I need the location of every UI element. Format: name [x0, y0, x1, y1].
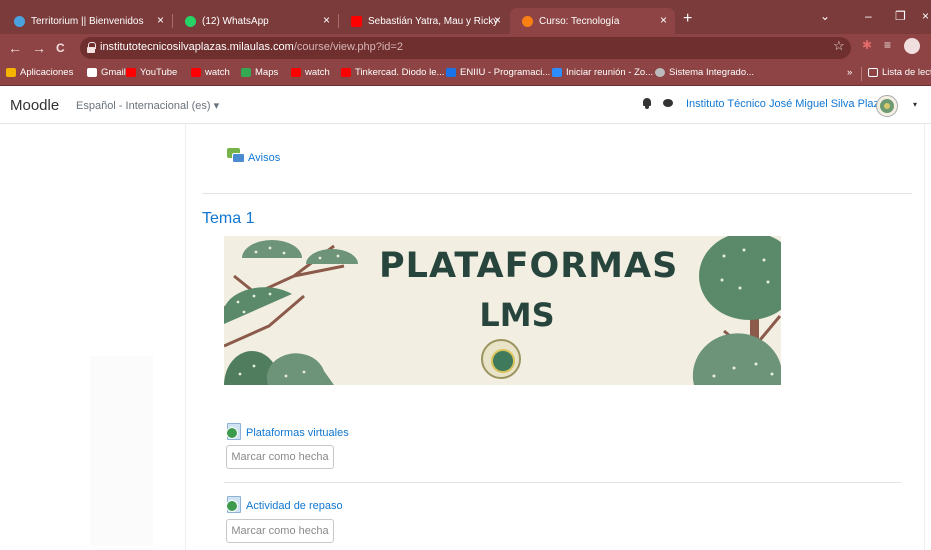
school-seal-icon	[481, 339, 521, 379]
bookmark-maps[interactable]: Maps	[241, 67, 278, 78]
eniiu-icon	[446, 68, 456, 77]
browser-tab-strip: Territorium || Bienvenidos × (12) WhatsA…	[0, 0, 931, 34]
banner-title-line1: PLATAFORMAS	[379, 246, 679, 286]
user-menu-caret-icon[interactable]: ▾	[913, 100, 917, 109]
gmail-icon	[87, 68, 97, 77]
profile-avatar-icon[interactable]	[904, 38, 920, 54]
youtube-icon	[291, 68, 301, 77]
course-banner-image: PLATAFORMAS LMS	[224, 236, 781, 385]
file-resource-icon	[226, 496, 241, 513]
bookmark-youtube[interactable]: YouTube	[126, 67, 177, 78]
territorium-favicon-icon	[14, 15, 25, 27]
tab-close-icon[interactable]: ×	[494, 13, 501, 27]
notifications-bell-icon[interactable]	[642, 98, 652, 109]
globe-icon	[655, 68, 665, 77]
divider	[224, 482, 901, 483]
reading-list-button[interactable]: Lista de lectu	[868, 67, 931, 78]
mark-as-done-button[interactable]: Marcar como hecha	[226, 445, 334, 469]
bookmark-eniiu[interactable]: ENIIU - Programaci...	[446, 67, 550, 78]
back-arrow-icon[interactable]: ←	[8, 40, 22, 56]
tab-search-dropdown-icon[interactable]: ⌄	[820, 9, 830, 23]
forum-icon	[227, 148, 245, 165]
bookmark-star-icon[interactable]: ☆	[833, 38, 845, 54]
user-avatar[interactable]	[876, 95, 898, 117]
bookmark-sistema-integrado[interactable]: Sistema Integrado...	[655, 67, 754, 78]
mark-as-done-button[interactable]: Marcar como hecha	[226, 519, 334, 543]
tab-title: Curso: Tecnología	[539, 15, 620, 27]
bookmarks-overflow-icon[interactable]: »	[847, 67, 852, 78]
lock-icon	[87, 42, 96, 53]
new-tab-button[interactable]: +	[683, 11, 692, 27]
language-menu[interactable]: Español - Internacional (es) ▾	[76, 99, 219, 112]
youtube-icon	[341, 68, 351, 77]
extensions-puzzle-icon[interactable]: ✱	[862, 38, 872, 52]
maximize-icon[interactable]: ❐	[895, 9, 906, 23]
address-bar-row: ← → C institutotecnicosilvaplazas.milaul…	[0, 34, 931, 62]
youtube-favicon-icon	[351, 15, 362, 27]
whatsapp-favicon-icon	[185, 15, 196, 27]
reload-icon[interactable]: C	[56, 41, 65, 55]
zoom-icon	[552, 68, 562, 77]
bookmark-gmail[interactable]: Gmail	[87, 67, 126, 78]
section-title[interactable]: Tema 1	[202, 210, 254, 228]
bookmark-aplicaciones[interactable]: Aplicaciones	[6, 67, 73, 78]
tab-title: Territorium || Bienvenidos	[31, 15, 144, 27]
file-resource-icon	[226, 423, 241, 440]
youtube-icon	[126, 68, 136, 77]
tab-youtube-sebastian-yatra[interactable]: Sebastián Yatra, Mau y Ricky ×	[339, 8, 509, 34]
bookmark-watch-2[interactable]: watch	[291, 67, 330, 78]
youtube-icon	[191, 68, 201, 77]
minimize-icon[interactable]: –	[865, 9, 872, 23]
reading-list-icon	[868, 68, 878, 77]
banner-title-line2: LMS	[479, 296, 555, 334]
bookmark-tinkercad[interactable]: Tinkercad. Diodo le...	[341, 67, 444, 78]
address-bar[interactable]: institutotecnicosilvaplazas.milaulas.com…	[80, 37, 851, 59]
tab-close-icon[interactable]: ×	[323, 13, 330, 27]
window-close-icon[interactable]: ×	[922, 9, 929, 23]
blank-area	[90, 356, 153, 546]
tab-whatsapp[interactable]: (12) WhatsApp ×	[173, 8, 338, 34]
bookmark-zoom[interactable]: Iniciar reunión - Zo...	[552, 67, 653, 78]
moodle-favicon-icon	[522, 15, 533, 27]
tab-close-icon[interactable]: ×	[660, 13, 667, 27]
forward-arrow-icon[interactable]: →	[32, 40, 46, 56]
user-menu-name[interactable]: Instituto Técnico José Miguel Silva Plaz…	[686, 98, 891, 110]
site-brand[interactable]: Moodle	[10, 97, 59, 114]
divider	[202, 193, 912, 194]
url-text: institutotecnicosilvaplazas.milaulas.com…	[100, 41, 403, 53]
tab-curso-tecnologia[interactable]: Curso: Tecnología ×	[510, 8, 675, 34]
activity-link-actividad-de-repaso[interactable]: Actividad de repaso	[246, 500, 343, 512]
bookmark-watch-1[interactable]: watch	[191, 67, 230, 78]
reading-list-icon[interactable]: ≡	[884, 38, 891, 52]
tab-territorium[interactable]: Territorium || Bienvenidos ×	[2, 8, 172, 34]
maps-icon	[241, 68, 251, 77]
apps-grid-icon	[6, 68, 16, 77]
tab-close-icon[interactable]: ×	[157, 13, 164, 27]
tab-title: (12) WhatsApp	[202, 15, 269, 27]
tab-title: Sebastián Yatra, Mau y Ricky	[368, 15, 499, 27]
moodle-navbar: Moodle Español - Internacional (es) ▾ In…	[0, 86, 931, 124]
activity-link-plataformas-virtuales[interactable]: Plataformas virtuales	[246, 427, 349, 439]
bookmarks-bar: Aplicaciones Gmail YouTube watch Maps wa…	[0, 62, 931, 86]
messages-chat-icon[interactable]	[663, 99, 673, 107]
avisos-link[interactable]: Avisos	[248, 152, 280, 164]
